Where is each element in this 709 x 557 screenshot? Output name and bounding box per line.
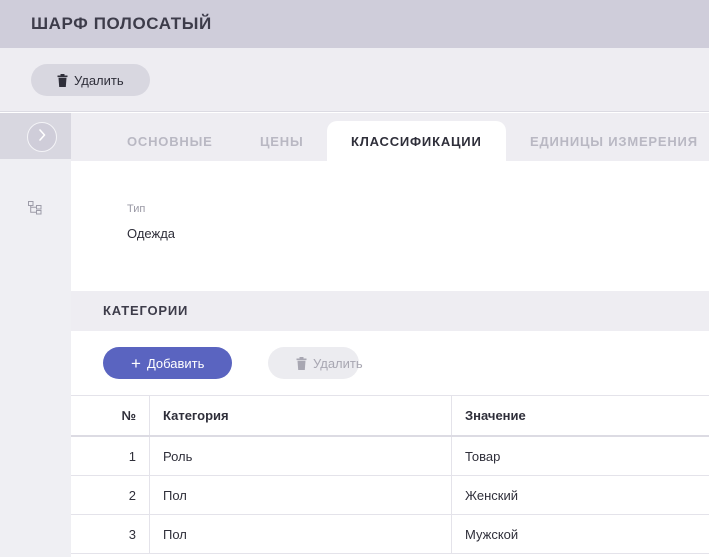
- trash-icon: [57, 73, 68, 87]
- row-number: 3: [71, 515, 150, 553]
- categories-section-header: КАТЕГОРИИ: [71, 291, 709, 331]
- table-header-row: № Категория Значение: [71, 395, 709, 437]
- row-value: Мужской: [465, 526, 519, 542]
- chevron-right-icon: [38, 128, 46, 146]
- delete-category-button[interactable]: Удалить: [268, 347, 363, 379]
- trash-icon: [296, 356, 307, 370]
- tab-units[interactable]: ЕДИНИЦЫ ИЗМЕРЕНИЯ: [530, 121, 698, 161]
- tab-prices[interactable]: ЦЕНЫ: [260, 121, 303, 161]
- expand-button[interactable]: [27, 122, 57, 152]
- table-row[interactable]: 1 Роль Товар: [71, 437, 709, 476]
- row-value: Женский: [465, 487, 518, 503]
- row-number: 1: [71, 437, 150, 475]
- tab-bar: ОСНОВНЫЕ ЦЕНЫ КЛАССИФИКАЦИИ ЕДИНИЦЫ ИЗМЕ…: [71, 113, 709, 161]
- page-title: ШАРФ ПОЛОСАТЫЙ: [31, 14, 212, 33]
- column-header-category[interactable]: Категория: [150, 396, 452, 435]
- row-number: 2: [71, 476, 150, 514]
- categories-title: КАТЕГОРИИ: [103, 303, 189, 318]
- tree-structure-icon[interactable]: [28, 201, 42, 220]
- row-category: Пол: [150, 476, 452, 514]
- tab-classifications[interactable]: КЛАССИФИКАЦИИ: [327, 121, 506, 161]
- column-header-number[interactable]: №: [71, 396, 150, 435]
- table-row[interactable]: 3 Пол Мужской: [71, 515, 709, 554]
- delete-category-label: Удалить: [313, 355, 363, 371]
- action-bar: Удалить: [0, 48, 709, 112]
- content-panel: Тип Одежда КАТЕГОРИИ + Добавить Удалить …: [71, 161, 709, 557]
- plus-icon: +: [131, 353, 141, 373]
- type-field-label: Тип: [127, 203, 146, 215]
- column-header-value[interactable]: Значение: [452, 396, 709, 435]
- title-bar: ШАРФ ПОЛОСАТЫЙ: [0, 0, 709, 48]
- add-button-label: Добавить: [146, 355, 205, 371]
- left-rail: [0, 113, 71, 557]
- add-category-button[interactable]: + Добавить: [103, 347, 232, 379]
- row-value: Товар: [465, 448, 501, 464]
- delete-button-label: Удалить: [74, 72, 124, 88]
- expand-panel: [0, 113, 71, 159]
- row-category: Пол: [150, 515, 452, 553]
- tab-main[interactable]: ОСНОВНЫЕ: [127, 121, 213, 161]
- table-row[interactable]: 2 Пол Женский: [71, 476, 709, 515]
- row-category: Роль: [150, 437, 452, 475]
- categories-table: № Категория Значение 1 Роль Товар 2 Пол …: [71, 395, 709, 554]
- type-field-value[interactable]: Одежда: [127, 226, 175, 241]
- delete-button[interactable]: Удалить: [31, 64, 150, 96]
